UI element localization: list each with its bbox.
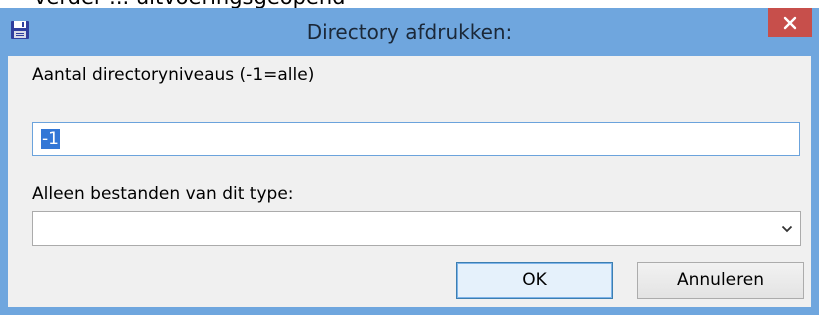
levels-input-value: -1 — [41, 129, 60, 149]
levels-label: Aantal directoryniveaus (-1=alle) — [32, 65, 315, 85]
title-bar[interactable]: Directory afdrukken: — [0, 8, 819, 56]
chevron-down-icon[interactable] — [774, 212, 800, 245]
levels-input[interactable]: -1 — [32, 122, 800, 156]
ok-button[interactable]: OK — [456, 262, 613, 299]
file-type-label: Alleen bestanden van dit type: — [32, 184, 294, 204]
close-icon — [783, 16, 797, 29]
background-window-partial-text: verder ... uitvoeringsgeopend — [34, 0, 345, 8]
file-type-select[interactable] — [32, 211, 801, 246]
background-window-text: verder ... uitvoeringsgeopend — [0, 0, 819, 8]
dialog-title: Directory afdrukken: — [306, 20, 513, 44]
dialog-window: verder ... uitvoeringsgeopend Directory … — [0, 0, 819, 315]
cancel-button[interactable]: Annuleren — [637, 262, 804, 299]
dialog-body: Aantal directoryniveaus (-1=alle) -1 All… — [8, 56, 811, 307]
close-button[interactable] — [768, 8, 812, 37]
